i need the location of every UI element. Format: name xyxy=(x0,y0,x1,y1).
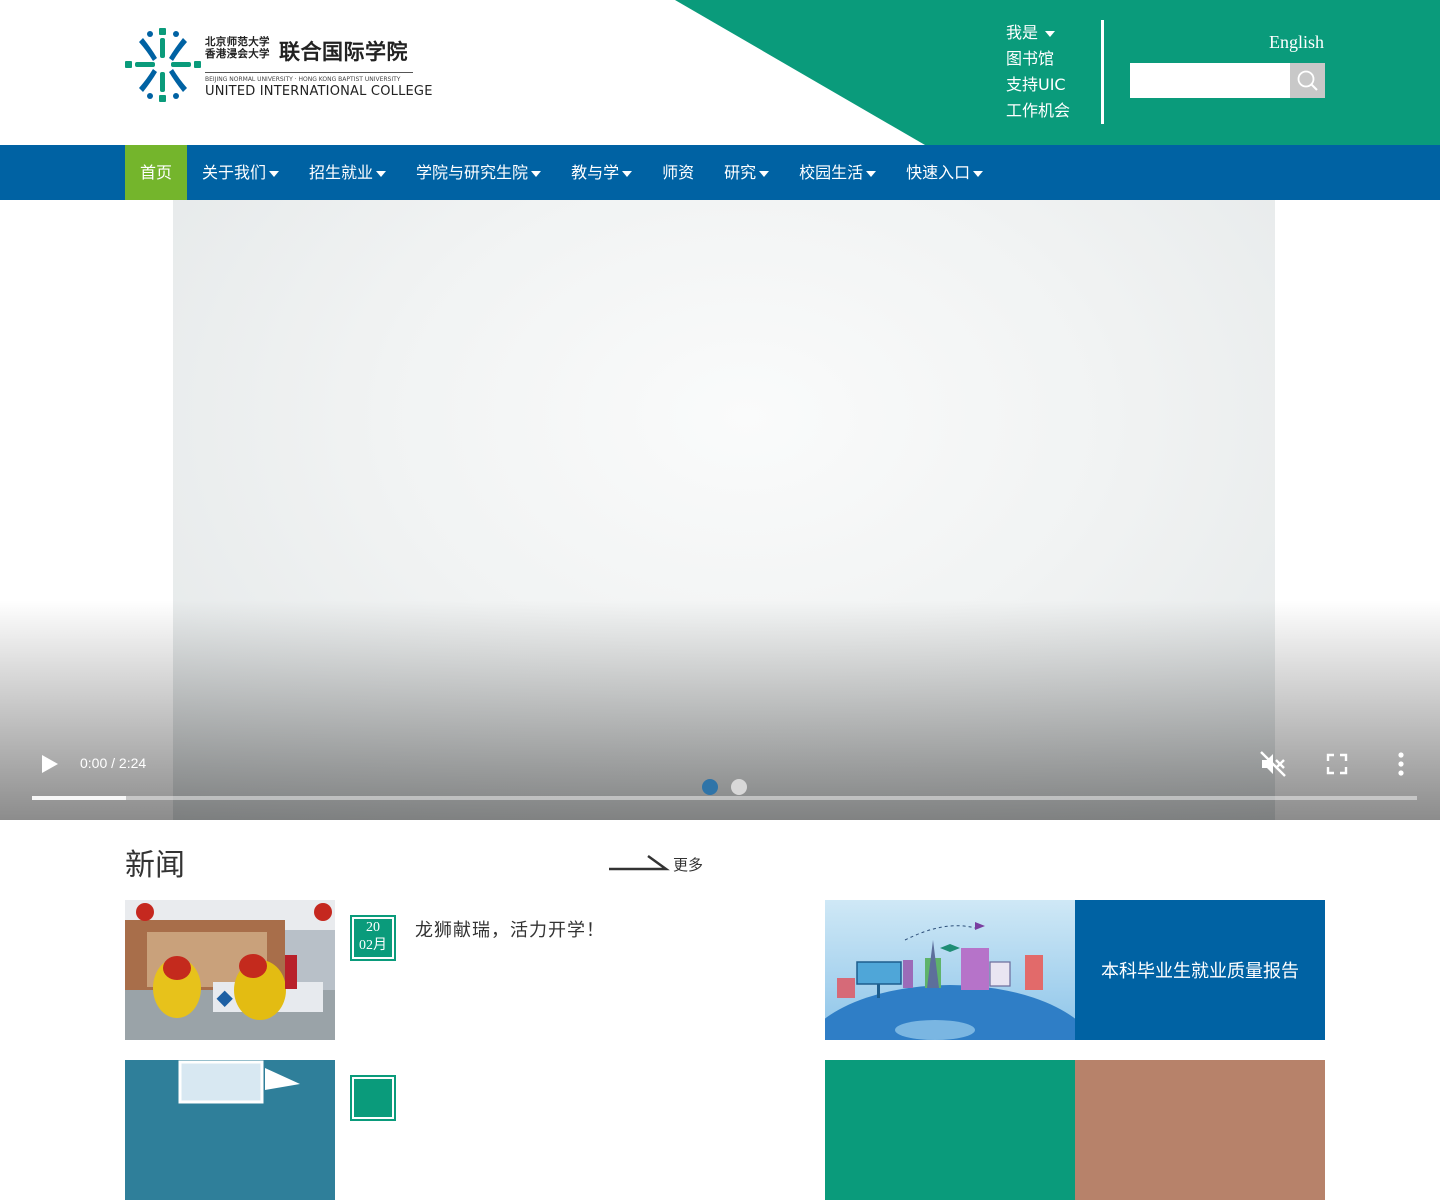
logo-cn-line1: 北京师范大学 xyxy=(205,36,270,48)
slider-dots xyxy=(702,779,747,795)
nav-item-label: 关于我们 xyxy=(202,163,267,182)
video-progress-fill xyxy=(32,796,127,800)
news-more-label: 更多 xyxy=(673,856,704,874)
mute-icon[interactable] xyxy=(1259,750,1287,778)
nav-item-admissions[interactable]: 招生就业 xyxy=(294,145,401,200)
news-thumbnail[interactable]: ◆ I UIC xyxy=(125,900,335,1040)
news-date[interactable] xyxy=(350,1075,396,1121)
news-date-inner xyxy=(354,1079,392,1117)
top-links: 我是 图书馆 支持UIC 工作机会 xyxy=(1006,20,1070,124)
news-date[interactable]: 20 02月 xyxy=(350,915,396,961)
slider-dot-2[interactable] xyxy=(731,779,747,795)
main-nav: 首页 关于我们 招生就业 学院与研究生院 教与学 师资 研究 校园生活 快速入口 xyxy=(0,145,1440,200)
promo-label: 本科毕业生就业质量报告 xyxy=(1075,900,1325,1040)
language-switch[interactable]: English xyxy=(1269,32,1324,53)
caret-down-icon xyxy=(973,170,984,177)
caret-down-icon xyxy=(866,170,877,177)
site-header: 北京师范大学 香港浸会大学 联合国际学院 BEIJING NORMAL UNIV… xyxy=(0,0,1440,145)
nav-item-faculties[interactable]: 学院与研究生院 xyxy=(401,145,556,200)
logo-divider xyxy=(205,72,413,73)
nav-item-about[interactable]: 关于我们 xyxy=(187,145,294,200)
nav-item-campus-life[interactable]: 校园生活 xyxy=(784,145,891,200)
nav-item-faculty-staff[interactable]: 师资 xyxy=(647,145,709,200)
header-divider xyxy=(1101,20,1104,124)
nav-item-label: 研究 xyxy=(724,163,757,182)
promo-image xyxy=(825,900,1075,1040)
search-button[interactable] xyxy=(1290,63,1325,98)
nav-item-research[interactable]: 研究 xyxy=(709,145,784,200)
news-item[interactable]: ◆ I UIC 20 02月 龙狮献瑞，活力开学！ xyxy=(125,900,785,1040)
logo-cn-line2: 香港浸会大学 xyxy=(205,48,270,60)
news-thumbnail[interactable] xyxy=(125,1060,335,1200)
slider-dot-1[interactable] xyxy=(702,779,718,795)
nav-item-label: 招生就业 xyxy=(309,163,374,182)
nav-item-label: 校园生活 xyxy=(799,163,864,182)
caret-down-icon xyxy=(622,170,633,177)
lion-dance-photo: ◆ I UIC xyxy=(125,900,335,1040)
video-progress-bar[interactable] xyxy=(32,796,1417,800)
top-link-label: 我是 xyxy=(1006,23,1039,42)
promo-employment-report[interactable]: 本科毕业生就业质量报告 xyxy=(825,900,1325,1040)
more-vertical-icon[interactable] xyxy=(1387,750,1415,778)
top-link-library[interactable]: 图书馆 xyxy=(1006,46,1070,72)
caret-down-icon xyxy=(759,170,770,177)
logo-cn-name: 联合国际学院 xyxy=(279,40,408,64)
logo-en-universities: BEIJING NORMAL UNIVERSITY · HONG KONG BA… xyxy=(205,76,401,83)
nav-item-label: 快速入口 xyxy=(906,163,971,182)
caret-down-icon xyxy=(269,170,280,177)
news-headline[interactable]: 龙狮献瑞，活力开学！ xyxy=(415,916,605,942)
fullscreen-icon[interactable] xyxy=(1323,750,1351,778)
top-link-jobs[interactable]: 工作机会 xyxy=(1006,98,1070,124)
search-icon xyxy=(1297,70,1318,91)
news-section-title: 新闻 xyxy=(125,848,185,883)
news-item[interactable] xyxy=(125,1060,785,1200)
caret-down-icon xyxy=(531,170,542,177)
arrow-right-icon xyxy=(609,854,670,871)
nav-item-quick-links[interactable]: 快速入口 xyxy=(891,145,998,200)
uic-logo[interactable]: 北京师范大学 香港浸会大学 联合国际学院 BEIJING NORMAL UNIV… xyxy=(125,26,432,104)
uic-emblem-icon xyxy=(125,28,201,102)
world-travel-illustration xyxy=(825,900,1075,1040)
promo-label xyxy=(1075,1060,1325,1200)
hero-video[interactable]: 0:00 / 2:24 xyxy=(0,200,1440,820)
video-time: 0:00 / 2:24 xyxy=(80,755,147,771)
caret-down-icon xyxy=(1045,30,1056,37)
main-nav-list: 首页 关于我们 招生就业 学院与研究生院 教与学 师资 研究 校园生活 快速入口 xyxy=(125,145,998,200)
nav-item-home[interactable]: 首页 xyxy=(125,145,188,200)
top-link-support-uic[interactable]: 支持UIC xyxy=(1006,72,1070,98)
logo-en-name: UNITED INTERNATIONAL COLLEGE xyxy=(205,84,433,99)
play-icon[interactable] xyxy=(36,751,62,777)
news-date-month: 02月 xyxy=(359,938,387,953)
nav-item-label: 师资 xyxy=(662,163,695,182)
nav-item-label: 首页 xyxy=(140,163,173,182)
nav-item-teaching[interactable]: 教与学 xyxy=(556,145,647,200)
news-photo xyxy=(125,1060,335,1200)
logo-text: 北京师范大学 香港浸会大学 联合国际学院 BEIJING NORMAL UNIV… xyxy=(205,36,432,99)
search-input[interactable] xyxy=(1130,63,1290,98)
caret-down-icon xyxy=(376,170,387,177)
news-date-inner: 20 02月 xyxy=(354,919,392,957)
nav-item-label: 教与学 xyxy=(571,163,620,182)
promo-image xyxy=(825,1060,1075,1200)
top-link-i-am[interactable]: 我是 xyxy=(1006,20,1070,46)
promo-card[interactable] xyxy=(825,1060,1325,1200)
news-date-day: 20 xyxy=(366,920,380,935)
nav-item-label: 学院与研究生院 xyxy=(416,163,529,182)
